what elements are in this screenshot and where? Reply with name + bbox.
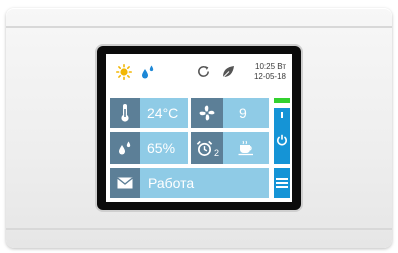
fan-icon (199, 105, 215, 121)
power-button[interactable] (274, 108, 290, 164)
alarm-tile[interactable]: 2 (191, 132, 269, 164)
level-indicator (274, 98, 290, 103)
alarm-clock-icon (196, 140, 213, 156)
touch-screen: 10:25 Вт 12-05-18 24°C 9 65% 2 Работа (106, 54, 292, 202)
date-text: 12-05-18 (253, 72, 286, 81)
coffee-cup-icon (238, 140, 253, 156)
menu-button[interactable] (274, 168, 290, 198)
body-divider-top (6, 26, 392, 28)
humidity-tile-icon-box (110, 132, 140, 164)
water-drops-icon (142, 65, 154, 79)
fan-tile-icon-box (191, 98, 223, 128)
mode-tile[interactable]: Работа (110, 168, 269, 198)
time-text: 10:25 Вт (255, 62, 286, 71)
temperature-value: 24°C (147, 105, 179, 121)
body-divider-bottom (6, 228, 392, 230)
thermometer-icon (121, 104, 129, 122)
alarm-tile-icon-box: 2 (191, 132, 223, 164)
humidity-tile[interactable]: 65% (110, 132, 188, 164)
mode-value: Работа (148, 175, 195, 191)
temperature-tile[interactable]: 24°C (110, 98, 188, 128)
power-level-mark (281, 112, 283, 118)
envelope-icon (117, 177, 133, 189)
menu-icon (276, 178, 288, 188)
temperature-tile-icon-box (110, 98, 140, 128)
water-drops-icon (119, 141, 131, 155)
date-time: 10:25 Вт 12-05-18 (226, 62, 286, 82)
mode-tile-icon-box (110, 168, 140, 198)
alarm-count: 2 (214, 148, 220, 158)
status-bar: 10:25 Вт 12-05-18 (106, 54, 292, 94)
power-icon (277, 134, 287, 146)
fan-tile[interactable]: 9 (191, 98, 269, 128)
refresh-icon[interactable] (196, 64, 211, 79)
fan-speed-value: 9 (239, 105, 247, 121)
humidity-value: 65% (147, 140, 176, 156)
sun-icon (116, 64, 132, 80)
